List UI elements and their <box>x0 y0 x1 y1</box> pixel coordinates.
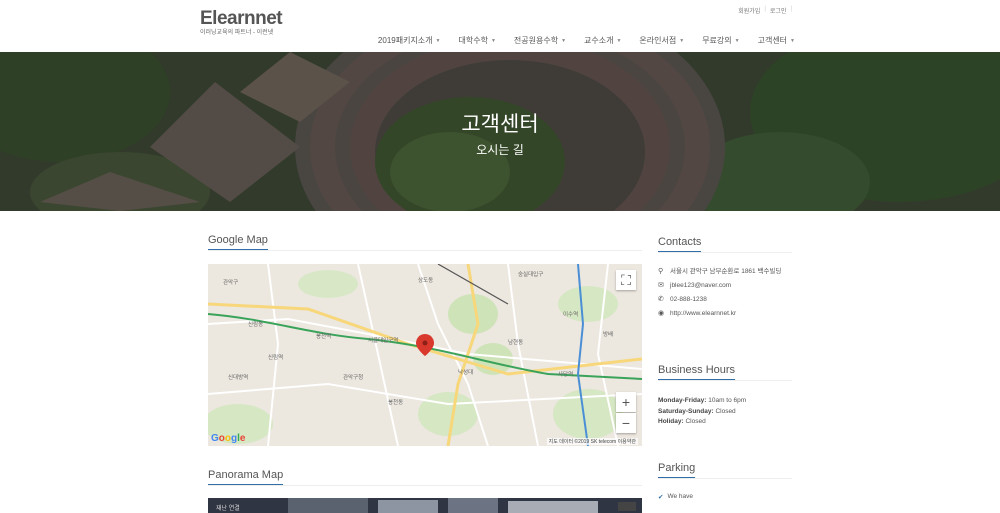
nav-item-free-lectures[interactable]: 무료강의 ▼ <box>702 35 739 46</box>
svg-text:서울대입구역: 서울대입구역 <box>368 336 398 344</box>
svg-text:봉천동: 봉천동 <box>388 398 403 406</box>
hours-label: Holiday: <box>658 418 684 425</box>
parking-text: We have <box>667 493 693 500</box>
nav-label: 온라인서점 <box>639 36 677 45</box>
svg-text:신대방역: 신대방역 <box>228 373 248 381</box>
zoom-out-button[interactable]: − <box>616 413 636 433</box>
contact-list: ⚲ 서울시 관악구 남부순환로 1861 백수빌딩 ✉ jblee123@nav… <box>658 267 792 323</box>
hours-label: Saturday-Sunday: <box>658 407 714 415</box>
login-link[interactable]: 로그인 <box>770 6 787 15</box>
chevron-down-icon: ▼ <box>490 37 496 44</box>
contacts-title: Contacts <box>658 236 702 252</box>
chevron-down-icon: ▼ <box>679 37 685 44</box>
divider <box>658 380 792 381</box>
panorama-label: 재난 연결 <box>216 506 240 512</box>
logo-text: Elearnnet <box>200 8 283 29</box>
nav-item-package[interactable]: 2019패키지소개 ▼ <box>378 35 441 46</box>
globe-icon: ◉ <box>658 310 665 317</box>
svg-text:관악구: 관악구 <box>223 278 238 286</box>
nav-label: 교수소개 <box>584 36 614 45</box>
svg-text:봉천역: 봉천역 <box>316 332 331 340</box>
envelope-icon: ✉ <box>658 282 664 289</box>
logo-tagline: 이러닝교육의 파트너 - 이런넷 <box>200 30 274 36</box>
util-divider: | <box>790 6 792 12</box>
nav-label: 무료강의 <box>702 36 732 45</box>
map-marker-icon: ⚲ <box>658 268 664 275</box>
contact-email-text[interactable]: jblee123@naver.com <box>670 281 731 290</box>
nav-item-customer-center[interactable]: 고객센터 ▼ <box>758 35 795 46</box>
svg-text:신림역: 신림역 <box>268 353 283 361</box>
nav-label: 대학수학 <box>458 36 488 45</box>
contact-phone: ✆ 02-888-1238 <box>658 295 792 304</box>
svg-text:신림동: 신림동 <box>248 320 263 328</box>
phone-icon: ✆ <box>658 296 664 303</box>
hero-banner: 고객센터 오시는 길 <box>0 52 1000 211</box>
zoom-in-button[interactable]: + <box>616 392 636 412</box>
signup-link[interactable]: 회원가입 <box>738 6 760 15</box>
util-divider: | <box>764 6 766 12</box>
business-hours-list: Monday-Friday: 10am to 6pm Saturday-Sund… <box>658 396 746 428</box>
google-logo[interactable]: Google <box>211 433 245 444</box>
panorama-map[interactable]: 재난 연결 <box>208 498 642 513</box>
business-hours-title: Business Hours <box>658 364 736 380</box>
hours-row: Monday-Friday: 10am to 6pm <box>658 396 746 407</box>
svg-text:상도동: 상도동 <box>418 276 433 284</box>
nav-label: 전공원용수학 <box>513 36 559 45</box>
google-map-title: Google Map <box>208 234 268 250</box>
main-nav: 2019패키지소개 ▼ 대학수학 ▼ 전공원용수학 ▼ 교수소개 ▼ 온라인서점 ▼ 무료… <box>378 35 795 46</box>
nav-item-college-math[interactable]: 대학수학 ▼ <box>458 35 495 46</box>
hours-label: Monday-Friday: <box>658 397 707 404</box>
contact-phone-text: 02-888-1238 <box>670 296 707 303</box>
contact-address: ⚲ 서울시 관악구 남부순환로 1861 백수빌딩 <box>658 267 792 276</box>
hero-subtitle: 오시는 길 <box>476 143 524 157</box>
util-links: 회원가입 | 로그인 | <box>738 6 792 15</box>
map-canvas: 관악구 신림동 서울대입구역 봉천역 낙성대 관악구청 신대방역 사당역 이수역… <box>208 264 642 446</box>
svg-text:사당역: 사당역 <box>558 370 573 378</box>
site-header: Elearnnet 이러닝교육의 파트너 - 이런넷 회원가입 | 로그인 | … <box>0 0 1000 52</box>
contact-website-link[interactable]: http://www.elearnnet.kr <box>670 309 736 318</box>
hours-value: Closed <box>685 418 706 425</box>
nav-item-major-math[interactable]: 전공원용수학 ▼ <box>514 35 566 46</box>
fullscreen-icon[interactable]: ⛶ <box>616 270 636 290</box>
hours-value: Closed <box>715 407 736 415</box>
chevron-down-icon: ▼ <box>790 37 795 44</box>
svg-text:숭실대입구: 숭실대입구 <box>518 270 543 278</box>
logo[interactable]: Elearnnet 이러닝교육의 파트너 - 이런넷 <box>200 8 283 37</box>
chevron-down-icon: ▼ <box>616 37 622 44</box>
contact-email: ✉ jblee123@naver.com <box>658 281 792 290</box>
nav-item-professors[interactable]: 교수소개 ▼ <box>584 35 621 46</box>
chevron-down-icon: ▼ <box>435 37 441 44</box>
svg-text:이수역: 이수역 <box>563 310 578 318</box>
nav-item-bookstore[interactable]: 온라인서점 ▼ <box>639 35 684 46</box>
hero-title: 고객센터 <box>461 113 539 136</box>
hours-value: 10am to 6pm <box>708 397 747 404</box>
parking-info: ✔ We have <box>658 493 693 501</box>
divider <box>658 478 792 479</box>
google-map[interactable]: 관악구 신림동 서울대입구역 봉천역 낙성대 관악구청 신대방역 사당역 이수역… <box>208 264 642 446</box>
nav-label: 고객센터 <box>757 36 788 45</box>
contact-address-text: 서울시 관악구 남부순환로 1861 백수빌딩 <box>670 268 782 275</box>
map-credit[interactable]: 지도 데이터 ©2019 SK telecom 이용약관 <box>546 438 638 445</box>
svg-text:관악구청: 관악구청 <box>343 373 363 381</box>
svg-text:낙성대: 낙성대 <box>458 368 473 376</box>
divider <box>208 485 642 486</box>
chevron-down-icon: ▼ <box>561 37 567 44</box>
parking-title: Parking <box>658 462 696 478</box>
panorama-map-title: Panorama Map <box>208 469 284 485</box>
nav-label: 2019패키지소개 <box>377 36 433 45</box>
svg-text:방배: 방배 <box>603 330 613 338</box>
divider <box>658 252 792 253</box>
hours-row: Saturday-Sunday: Closed <box>658 407 746 418</box>
svg-text:남현동: 남현동 <box>508 338 523 346</box>
hours-row: Holiday: Closed <box>658 417 746 428</box>
divider <box>208 250 642 251</box>
check-icon: ✔ <box>658 494 664 501</box>
panorama-image <box>208 498 642 513</box>
contact-website: ◉ http://www.elearnnet.kr <box>658 309 792 318</box>
chevron-down-icon: ▼ <box>734 37 740 44</box>
